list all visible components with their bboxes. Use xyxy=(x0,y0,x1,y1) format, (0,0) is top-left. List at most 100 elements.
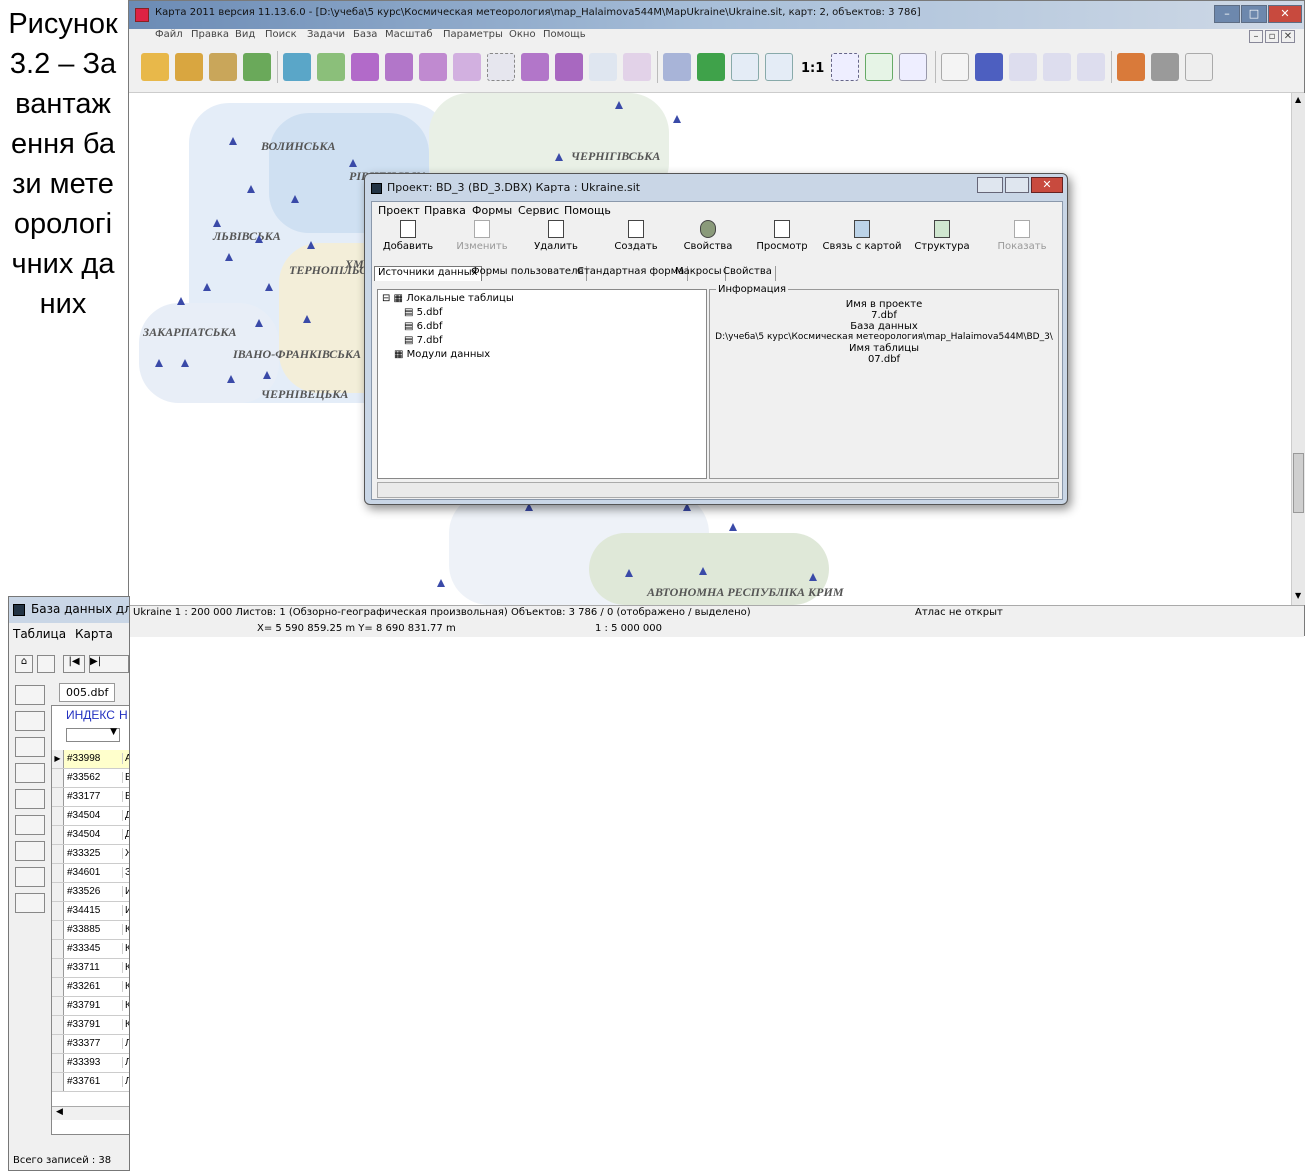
cell-name[interactable]: К xyxy=(122,924,129,935)
station-marker[interactable] xyxy=(229,137,237,145)
row-selector[interactable] xyxy=(52,826,64,844)
cell-name[interactable]: К xyxy=(122,943,129,954)
add-map-icon[interactable] xyxy=(209,53,237,81)
table-row[interactable]: #33562 В xyxy=(52,769,129,788)
open-folder-icon[interactable]: ⌂ xyxy=(15,655,33,673)
db-tool-icon[interactable] xyxy=(15,815,45,835)
dialog-minimize-button[interactable] xyxy=(977,177,1003,193)
edit-button[interactable]: Изменить xyxy=(442,220,522,252)
table-row[interactable]: #33345 К xyxy=(52,940,129,959)
minimize-button[interactable]: – xyxy=(1214,5,1240,23)
tab-properties[interactable]: Свойства xyxy=(720,266,776,281)
cell-name[interactable]: И xyxy=(122,886,129,897)
rect-select-icon[interactable] xyxy=(487,53,515,81)
query-select-icon[interactable] xyxy=(555,53,583,81)
row-selector[interactable] xyxy=(52,902,64,920)
table-row[interactable]: #33885 К xyxy=(52,921,129,940)
db-title-bar[interactable]: База данных для xyxy=(9,597,129,623)
column-filter-dropdown[interactable]: ▼ xyxy=(66,727,120,742)
db-tool-icon[interactable] xyxy=(15,711,45,731)
table-row[interactable]: #34415 И xyxy=(52,902,129,921)
station-marker[interactable] xyxy=(177,297,185,305)
dialog-close-button[interactable]: ✕ xyxy=(1031,177,1063,193)
cell-name[interactable]: К xyxy=(122,962,129,973)
tab-data-sources[interactable]: Источники данных xyxy=(374,266,482,281)
table-row[interactable]: #33325 Ж xyxy=(52,845,129,864)
mdi-close-button[interactable]: ✕ xyxy=(1281,30,1295,43)
scroll-thumb[interactable] xyxy=(1293,453,1304,513)
db-tool-icon[interactable] xyxy=(15,867,45,887)
row-selector[interactable] xyxy=(52,1054,64,1072)
db-grid[interactable]: ИНДЕКС Н ▼ ▶#33998 А #33562 В #33177 В #34504 Д… xyxy=(51,705,129,1135)
table-row[interactable]: #34504 Д xyxy=(52,807,129,826)
zoom-out-icon[interactable] xyxy=(731,53,759,81)
map-link-button[interactable]: Связь с картой xyxy=(822,220,902,252)
station-marker[interactable] xyxy=(247,185,255,193)
cell-name[interactable]: Л xyxy=(122,1076,129,1087)
menu-scale[interactable]: Масштаб xyxy=(385,29,433,40)
label-list-icon[interactable] xyxy=(1077,53,1105,81)
printer-icon[interactable] xyxy=(1151,53,1179,81)
tree-node-local-tables[interactable]: ⊟ ▦ Локальные таблицы xyxy=(382,293,514,304)
tab-macros[interactable]: Макросы xyxy=(672,266,726,281)
dlg-menu-forms[interactable]: Формы xyxy=(472,204,512,217)
cell-index[interactable]: #33325 xyxy=(67,848,100,859)
station-marker[interactable] xyxy=(729,523,737,531)
menu-search[interactable]: Поиск xyxy=(265,29,297,40)
mdi-restore-button[interactable]: ▫ xyxy=(1265,30,1279,43)
globe-icon[interactable] xyxy=(243,53,271,81)
delete-button[interactable]: Удалить xyxy=(516,220,596,252)
table-row[interactable]: #33393 Л xyxy=(52,1054,129,1073)
check-icon[interactable] xyxy=(865,53,893,81)
list-icon[interactable] xyxy=(589,53,617,81)
select-object-icon[interactable] xyxy=(351,53,379,81)
cell-name[interactable]: З xyxy=(122,867,129,878)
first-record-icon[interactable]: |◀ xyxy=(63,655,85,673)
cell-index[interactable]: #33393 xyxy=(67,1057,100,1068)
db-menu-table[interactable]: Таблица xyxy=(13,627,66,641)
row-selector[interactable] xyxy=(52,1073,64,1091)
next-record-icon[interactable]: ▶| xyxy=(89,655,129,673)
station-marker[interactable] xyxy=(213,219,221,227)
select-more-icon[interactable] xyxy=(419,53,447,81)
station-marker[interactable] xyxy=(307,241,315,249)
properties-button[interactable]: Свойства xyxy=(668,220,748,252)
palette-icon[interactable] xyxy=(1117,53,1145,81)
station-marker[interactable] xyxy=(291,195,299,203)
cell-index[interactable]: #33177 xyxy=(67,791,100,802)
station-marker[interactable] xyxy=(437,579,445,587)
scroll-up-icon[interactable]: ▲ xyxy=(1295,95,1301,104)
close-button[interactable]: ✕ xyxy=(1268,5,1302,23)
open-folder-icon[interactable] xyxy=(141,53,169,81)
table-row[interactable]: #33791 К xyxy=(52,997,129,1016)
cell-index[interactable]: #33791 xyxy=(67,1019,100,1030)
cell-index[interactable]: #34601 xyxy=(67,867,100,878)
menu-view[interactable]: Вид xyxy=(235,29,255,40)
create-button[interactable]: Создать xyxy=(596,220,676,252)
menu-base[interactable]: База xyxy=(353,29,377,40)
cell-name[interactable]: Л xyxy=(122,1057,129,1068)
lightning-icon[interactable] xyxy=(697,53,725,81)
station-marker[interactable] xyxy=(255,319,263,327)
data-sources-tree[interactable]: ⊟ ▦ Локальные таблицы ▤ 5.dbf ▤ 6.dbf ▤ … xyxy=(377,289,707,479)
cell-index[interactable]: #33998 xyxy=(67,753,100,764)
cell-name[interactable]: К xyxy=(122,981,129,992)
table-icon[interactable] xyxy=(975,53,1003,81)
row-selector[interactable] xyxy=(52,959,64,977)
db-tool-icon[interactable] xyxy=(15,789,45,809)
table-row[interactable]: #33261 К xyxy=(52,978,129,997)
station-marker[interactable] xyxy=(265,283,273,291)
cell-name[interactable]: Л xyxy=(122,1038,129,1049)
row-selector[interactable] xyxy=(52,864,64,882)
db-tool-icon[interactable] xyxy=(15,685,45,705)
show-button[interactable]: Показать xyxy=(982,220,1062,252)
tab-user-forms[interactable]: Формы пользователя xyxy=(468,266,588,281)
zoom-in-icon[interactable] xyxy=(765,53,793,81)
column-header-index[interactable]: ИНДЕКС xyxy=(66,708,115,722)
menu-file[interactable]: Файл xyxy=(155,29,183,40)
vector-icon[interactable] xyxy=(663,53,691,81)
label-a-icon[interactable] xyxy=(1009,53,1037,81)
tree-node-table[interactable]: ▤ 6.dbf xyxy=(404,321,442,332)
cell-name[interactable]: В xyxy=(122,791,129,802)
row-selector[interactable] xyxy=(52,978,64,996)
